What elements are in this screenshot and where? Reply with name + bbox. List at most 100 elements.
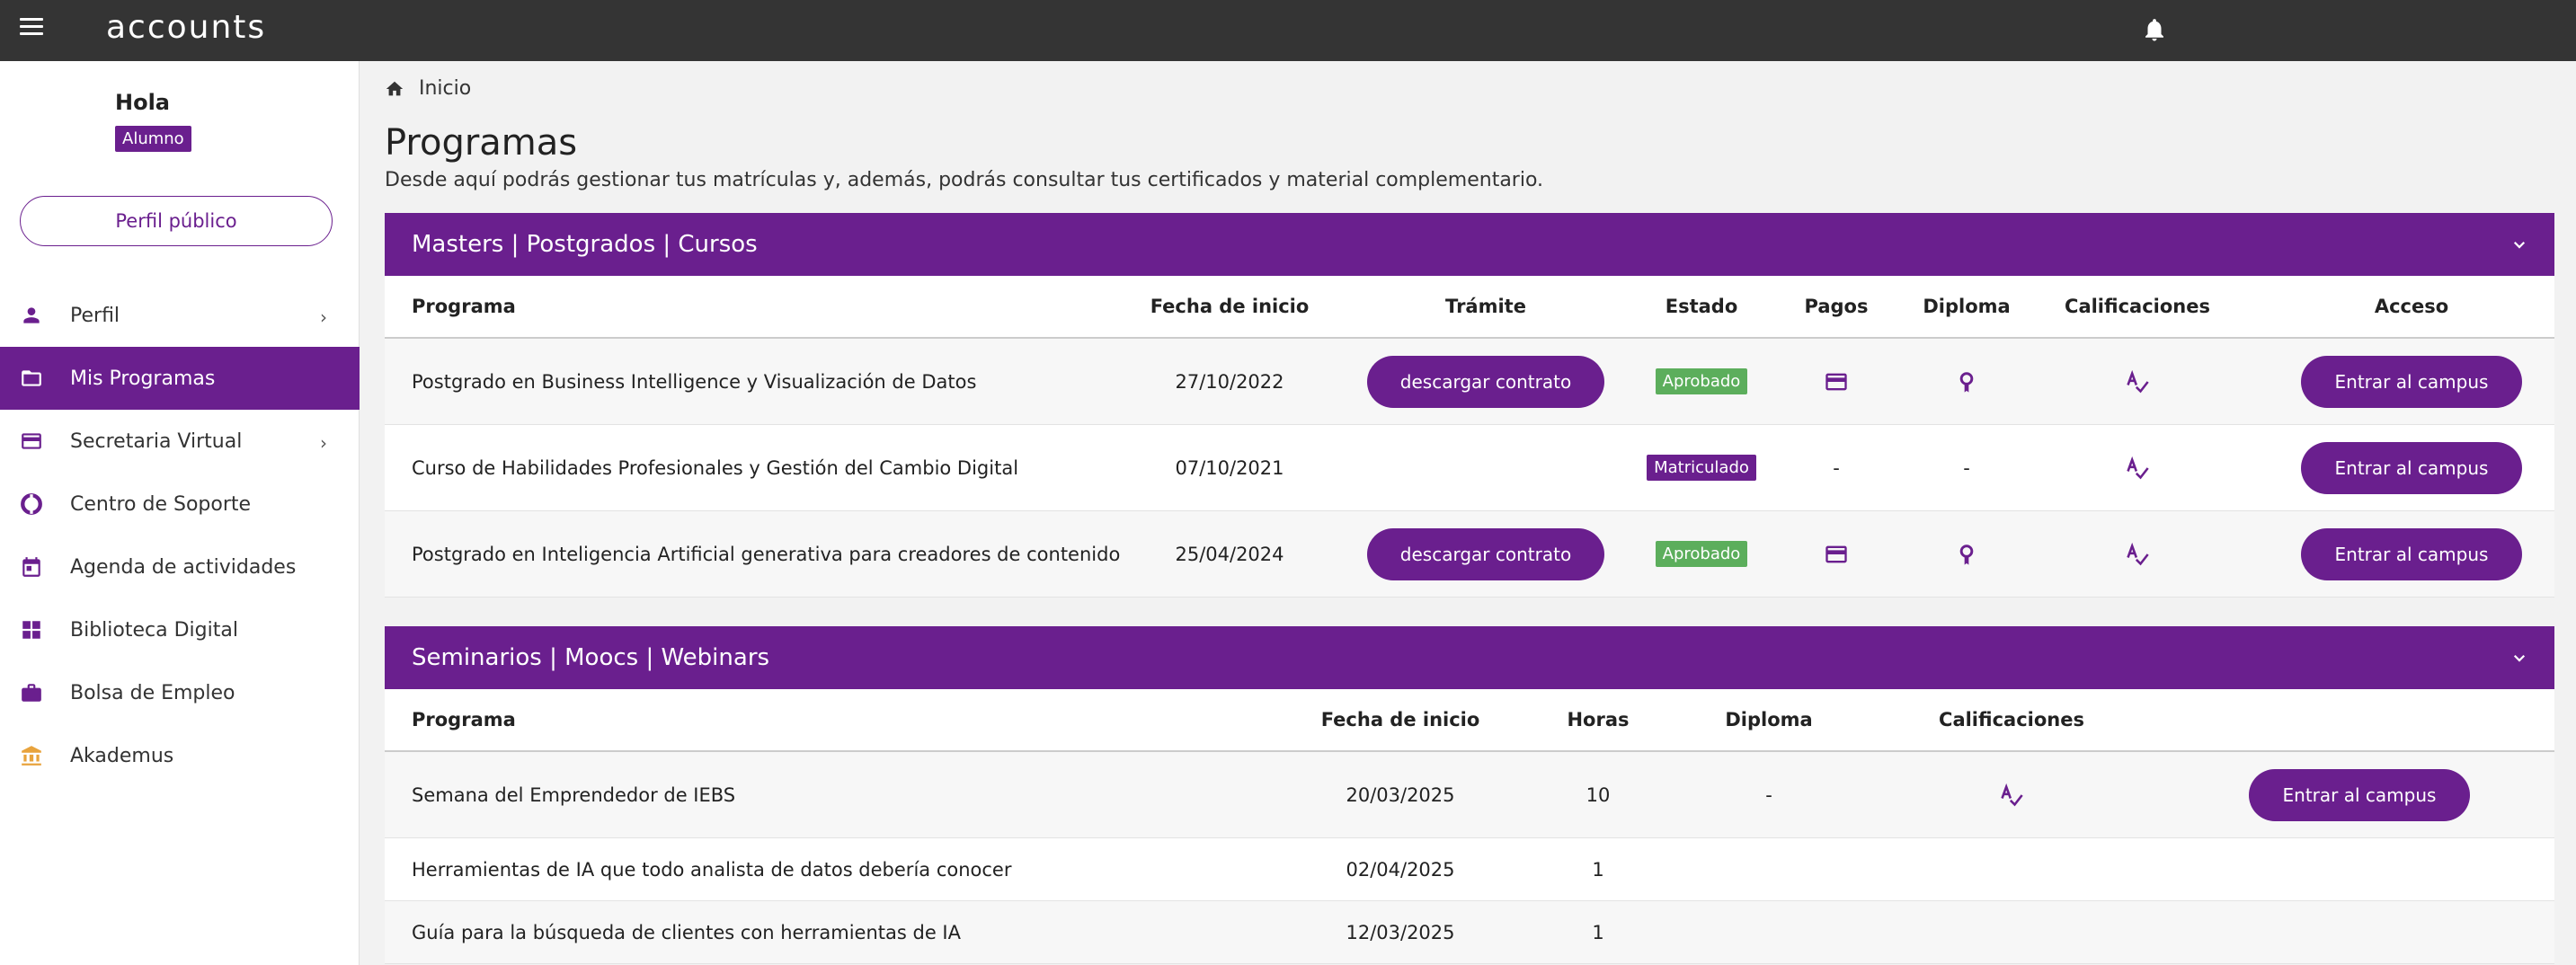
sidebar-item-akademus[interactable]: Akademus [0, 724, 360, 787]
grades-spellcheck-icon[interactable] [2125, 542, 2150, 567]
seminarios-panel: Seminarios | Moocs | Webinars Programa F… [385, 626, 2554, 964]
briefcase-icon [22, 684, 41, 702]
masters-panel-header[interactable]: Masters | Postgrados | Cursos [385, 213, 2554, 276]
status-badge: Matriculado [1647, 455, 1756, 481]
sidebar-item-label: Secretaria Virtual [70, 429, 243, 453]
credit-card-icon [22, 433, 41, 449]
breadcrumb-home[interactable]: Inicio [419, 77, 471, 100]
sidebar-item-agenda[interactable]: Agenda de actividades [0, 536, 360, 598]
sidebar-item-secretaria-virtual[interactable]: Secretaria Virtual › [0, 410, 360, 473]
public-profile-button[interactable]: Perfil público [20, 196, 333, 246]
seminarios-panel-header[interactable]: Seminarios | Moocs | Webinars [385, 626, 2554, 689]
sidebar-item-label: Perfil [70, 304, 120, 327]
chevron-right-icon: › [320, 432, 327, 454]
sidebar-item-biblioteca[interactable]: Biblioteca Digital [0, 598, 360, 661]
table-row: Guía para la búsqueda de clientes con he… [385, 901, 2554, 964]
diploma-award-icon[interactable] [1954, 542, 1979, 567]
credit-card-icon[interactable] [1824, 542, 1849, 567]
sidebar-item-perfil[interactable]: Perfil › [0, 284, 360, 347]
seminarios-table-header: Programa Fecha de inicio Horas Diploma C… [385, 689, 2554, 752]
grades-spellcheck-icon[interactable] [1999, 783, 2024, 808]
enter-campus-button[interactable]: Entrar al campus [2249, 768, 2470, 821]
institution-icon [22, 746, 41, 766]
page-description: Desde aquí podrás gestionar tus matrícul… [385, 169, 1544, 191]
program-name: Postgrado en Business Intelligence y Vis… [412, 370, 977, 393]
start-date: 07/10/2021 [1175, 456, 1284, 479]
sidebar: Hola Alumno Perfil público Perfil › Mis … [0, 61, 360, 965]
table-row: Semana del Emprendedor de IEBS 20/03/202… [385, 752, 2554, 838]
status-badge: Aprobado [1655, 368, 1748, 394]
sidebar-item-mis-programas[interactable]: Mis Programas [0, 347, 360, 410]
diploma-value: - [1963, 456, 1970, 479]
enter-campus-button[interactable]: Entrar al campus [2301, 527, 2522, 580]
credit-card-icon[interactable] [1824, 369, 1849, 394]
diploma-award-icon[interactable] [1954, 369, 1979, 394]
table-row: Postgrado en Business Intelligence y Vis… [385, 339, 2554, 425]
panel-title: Seminarios | Moocs | Webinars [412, 644, 770, 671]
greeting: Hola [115, 90, 170, 115]
table-row: Postgrado en Inteligencia Artificial gen… [385, 511, 2554, 598]
page-title: Programas [385, 122, 578, 164]
program-name: Postgrado en Inteligencia Artificial gen… [412, 543, 1121, 565]
col-diploma: Diploma [1923, 296, 2011, 317]
start-date: 27/10/2022 [1175, 370, 1284, 393]
breadcrumb: Inicio [385, 77, 471, 100]
col-programa: Programa [412, 296, 516, 317]
diploma-value: - [1765, 784, 1772, 806]
sidebar-item-label: Agenda de actividades [70, 555, 297, 579]
sidebar-nav: Perfil › Mis Programas Secretaria Virtua… [0, 284, 360, 787]
hours: 1 [1592, 921, 1604, 943]
sidebar-item-label: Mis Programas [70, 367, 216, 390]
folder-open-icon [22, 370, 41, 386]
col-horas: Horas [1567, 709, 1630, 730]
sidebar-item-label: Bolsa de Empleo [70, 681, 235, 704]
home-icon[interactable] [385, 79, 404, 99]
col-calificaciones: Calificaciones [2065, 296, 2210, 317]
calendar-icon [22, 557, 40, 577]
col-diploma: Diploma [1725, 709, 1813, 730]
program-name: Semana del Emprendedor de IEBS [412, 784, 736, 806]
table-row: Herramientas de IA que todo analista de … [385, 838, 2554, 901]
col-tramite: Trámite [1445, 296, 1526, 317]
program-name: Herramientas de IA que todo analista de … [412, 858, 1012, 881]
chevron-down-icon[interactable] [2511, 650, 2527, 666]
sidebar-item-label: Biblioteca Digital [70, 618, 238, 642]
grades-spellcheck-icon[interactable] [2125, 456, 2150, 481]
start-date: 25/04/2024 [1175, 543, 1284, 565]
program-name: Curso de Habilidades Profesionales y Ges… [412, 456, 1019, 479]
col-pagos: Pagos [1804, 296, 1869, 317]
download-contract-button[interactable]: descargar contrato [1367, 527, 1604, 580]
enter-campus-button[interactable]: Entrar al campus [2301, 441, 2522, 494]
payments-value: - [1833, 456, 1840, 479]
col-estado: Estado [1665, 296, 1738, 317]
col-calificaciones: Calificaciones [1939, 709, 2084, 730]
top-bar: accounts [0, 0, 2576, 61]
enter-campus-button[interactable]: Entrar al campus [2301, 355, 2522, 408]
sidebar-item-centro-soporte[interactable]: Centro de Soporte [0, 473, 360, 536]
col-fecha: Fecha de inicio [1320, 709, 1480, 730]
chevron-down-icon[interactable] [2511, 236, 2527, 252]
col-fecha: Fecha de inicio [1150, 296, 1310, 317]
hours: 1 [1592, 858, 1604, 881]
sidebar-item-bolsa-empleo[interactable]: Bolsa de Empleo [0, 661, 360, 724]
app-logo[interactable]: accounts [106, 9, 266, 46]
main-content: Inicio Programas Desde aquí podrás gesti… [360, 61, 2576, 965]
start-date: 20/03/2025 [1346, 784, 1455, 806]
chevron-right-icon: › [320, 306, 327, 328]
masters-table-header: Programa Fecha de inicio Trámite Estado … [385, 276, 2554, 339]
grid-icon [22, 621, 40, 639]
menu-icon[interactable] [20, 18, 43, 40]
download-contract-button[interactable]: descargar contrato [1367, 355, 1604, 408]
panel-title: Masters | Postgrados | Cursos [412, 231, 758, 258]
program-name: Guía para la búsqueda de clientes con he… [412, 921, 961, 943]
status-badge: Aprobado [1655, 541, 1748, 567]
sidebar-item-label: Akademus [70, 744, 174, 767]
lifebuoy-icon [21, 493, 42, 515]
masters-panel: Masters | Postgrados | Cursos Programa F… [385, 213, 2554, 598]
col-programa: Programa [412, 709, 516, 730]
grades-spellcheck-icon[interactable] [2125, 369, 2150, 394]
person-icon [23, 307, 40, 323]
notifications-bell-icon[interactable] [2141, 16, 2168, 43]
role-badge: Alumno [115, 126, 191, 152]
hours: 10 [1586, 784, 1611, 806]
